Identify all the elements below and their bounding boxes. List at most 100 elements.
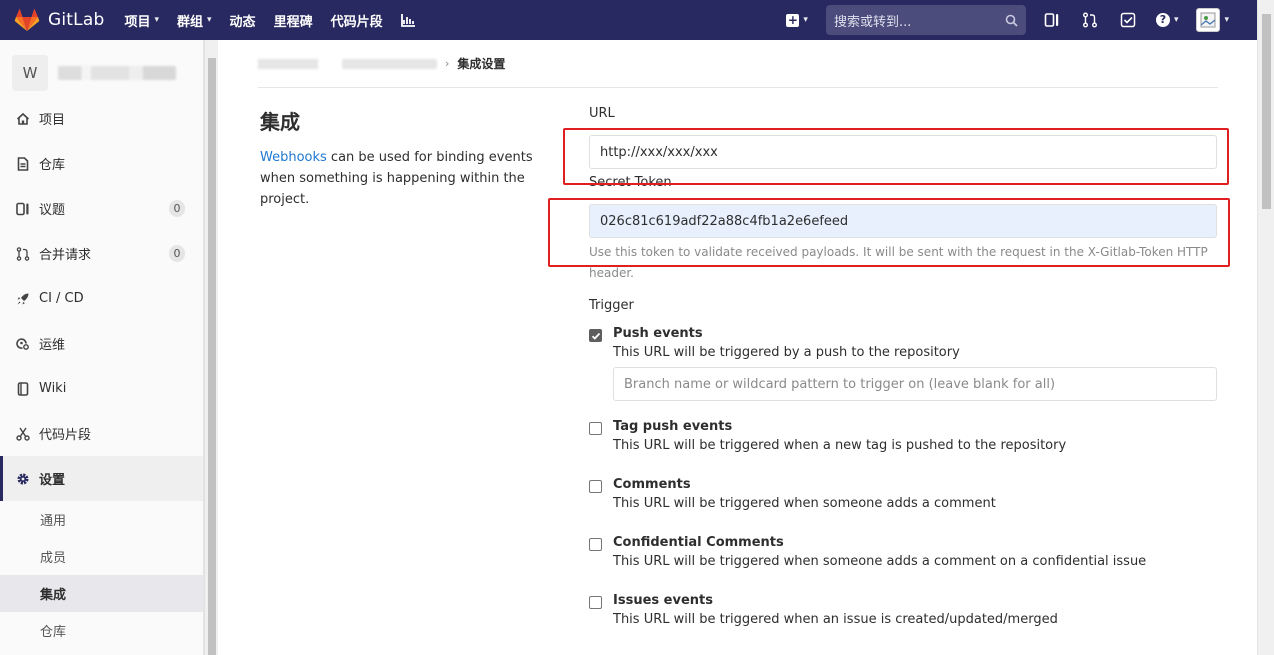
trigger-label: Trigger (589, 298, 634, 313)
operations-icon (16, 337, 29, 350)
sidebar-item-snippets[interactable]: 代码片段 (0, 411, 203, 456)
settings-intro: 集成 Webhooks can be used for binding even… (260, 106, 560, 210)
sidebar-item-label: 议题 (39, 203, 66, 218)
sidebar-item-label: 项目 (39, 113, 66, 128)
user-menu-button[interactable]: ▾ (1196, 8, 1229, 32)
brand-name: GitLab (48, 10, 105, 30)
gitlab-tanuki-icon (14, 8, 40, 31)
tag-push-events-checkbox[interactable] (589, 422, 602, 435)
comments-desc: This URL will be triggered when someone … (613, 496, 996, 511)
url-label: URL (589, 106, 615, 121)
tag-push-events-option: Tag push events This URL will be trigger… (589, 419, 1217, 459)
confidential-comments-title: Confidential Comments (613, 535, 784, 550)
branch-filter-placeholder: Branch name or wildcard pattern to trigg… (624, 376, 1056, 392)
book-icon (17, 381, 29, 396)
merge-requests-shortcut[interactable] (1080, 10, 1100, 30)
chevron-down-icon: ▾ (1173, 15, 1179, 25)
issues-events-desc: This URL will be triggered when an issue… (613, 612, 1058, 627)
confidential-comments-checkbox[interactable] (589, 538, 602, 551)
search-input[interactable]: 搜索或转到... (825, 5, 1026, 35)
issues-count-badge: 0 (169, 200, 185, 217)
sidebar-item-merge-requests[interactable]: 合并请求 0 (0, 231, 203, 276)
chevron-down-icon: ▾ (1224, 15, 1229, 25)
sidebar-subitem-label: 仓库 (40, 625, 67, 640)
project-sidebar: W 项目 仓库 议题 0 合并请求 0 CI / CD 运维 Wiki 代码片段… (0, 40, 204, 655)
todos-shortcut[interactable] (1118, 10, 1138, 30)
page-description: Webhooks can be used for binding events … (260, 147, 560, 210)
settings-icon (17, 473, 29, 484)
issues-events-title: Issues events (613, 593, 713, 608)
breadcrumb-chevron-icon: › (445, 57, 450, 70)
issues-events-checkbox[interactable] (589, 596, 602, 609)
comments-checkbox[interactable] (589, 480, 602, 493)
issues-events-option: Issues events This URL will be triggered… (589, 593, 1217, 633)
nav-activity[interactable]: 动态 (230, 11, 256, 30)
help-dropdown-button[interactable]: ? ▾ (1155, 13, 1179, 27)
tag-push-events-title: Tag push events (613, 419, 733, 434)
token-highlight-box (548, 198, 1230, 267)
breadcrumb-group-blurred[interactable] (258, 58, 318, 69)
nav-projects[interactable]: 项目 ▾ (124, 11, 159, 30)
sidebar-subitem-integrations[interactable]: 集成 (0, 575, 203, 612)
sidebar-subitem-label: 通用 (40, 514, 67, 529)
page-title: 集成 (260, 110, 300, 134)
nav-snippets-label: 代码片段 (330, 14, 383, 30)
push-events-option: Push events This URL will be triggered b… (589, 326, 1217, 366)
sidebar-item-repository[interactable]: 仓库 (0, 141, 203, 186)
url-highlight-box (563, 128, 1229, 185)
nav-analytics[interactable] (400, 13, 415, 27)
rocket-icon (17, 293, 29, 304)
issues-icon (1044, 13, 1059, 27)
sidebar-item-label: 代码片段 (39, 428, 92, 443)
search-placeholder: 搜索或转到... (833, 14, 912, 30)
chevron-down-icon: ▾ (803, 15, 808, 25)
sidebar-scrollbar-thumb[interactable] (208, 58, 216, 655)
push-events-title: Push events (613, 326, 703, 341)
snippet-icon (16, 427, 30, 441)
merge-request-icon (16, 246, 30, 261)
sidebar-item-issues[interactable]: 议题 0 (0, 186, 203, 231)
search-icon (1005, 14, 1018, 27)
sidebar-item-project[interactable]: 项目 (0, 96, 203, 141)
new-dropdown-button[interactable]: + ▾ (786, 13, 808, 27)
nav-groups[interactable]: 群组 ▾ (177, 11, 212, 30)
sidebar-project-header[interactable]: W (0, 40, 203, 96)
gitlab-logo[interactable]: GitLab (14, 8, 124, 32)
todo-check-icon (1120, 12, 1136, 28)
sidebar-item-settings[interactable]: 设置 (0, 456, 203, 501)
sidebar-item-label: CI / CD (39, 291, 84, 306)
webhooks-link[interactable]: Webhooks (260, 150, 327, 165)
confidential-comments-desc: This URL will be triggered when someone … (613, 554, 1147, 569)
broken-image-icon (1200, 12, 1216, 28)
sidebar-subitem-general[interactable]: 通用 (0, 501, 203, 538)
breadcrumb-project-blurred[interactable] (342, 58, 437, 69)
branch-filter-input[interactable]: Branch name or wildcard pattern to trigg… (613, 367, 1217, 401)
sidebar-item-ci-cd[interactable]: CI / CD (0, 276, 203, 321)
page-scrollbar[interactable] (1257, 0, 1274, 655)
comments-option: Comments This URL will be triggered when… (589, 477, 1217, 517)
doc-icon (17, 156, 29, 171)
sidebar-subitem-repository[interactable]: 仓库 (0, 612, 203, 649)
chevron-down-icon: ▾ (207, 15, 212, 25)
sidebar-subitem-members[interactable]: 成员 (0, 538, 203, 575)
confidential-comments-option: Confidential Comments This URL will be t… (589, 535, 1217, 575)
merge-requests-count-badge: 0 (169, 245, 185, 262)
sidebar-item-wiki[interactable]: Wiki (0, 366, 203, 411)
breadcrumb-current[interactable]: 集成设置 (457, 55, 505, 72)
nav-milestones[interactable]: 里程碑 (274, 11, 313, 30)
nav-activity-label: 动态 (229, 14, 256, 30)
home-icon (16, 112, 30, 125)
page-scrollbar-thumb[interactable] (1262, 14, 1271, 209)
issues-shortcut[interactable] (1042, 10, 1062, 30)
sidebar-item-label: 仓库 (39, 158, 66, 173)
sidebar-scrollbar[interactable] (204, 40, 218, 655)
sidebar-item-operations[interactable]: 运维 (0, 321, 203, 366)
nav-projects-label: 项目 (124, 14, 151, 30)
chart-icon (400, 13, 415, 27)
sidebar-item-label: Wiki (39, 381, 67, 396)
user-avatar (1196, 8, 1221, 32)
comments-title: Comments (613, 477, 691, 492)
push-events-checkbox[interactable] (589, 329, 602, 342)
nav-milestones-label: 里程碑 (273, 14, 313, 30)
nav-snippets[interactable]: 代码片段 (331, 11, 383, 30)
